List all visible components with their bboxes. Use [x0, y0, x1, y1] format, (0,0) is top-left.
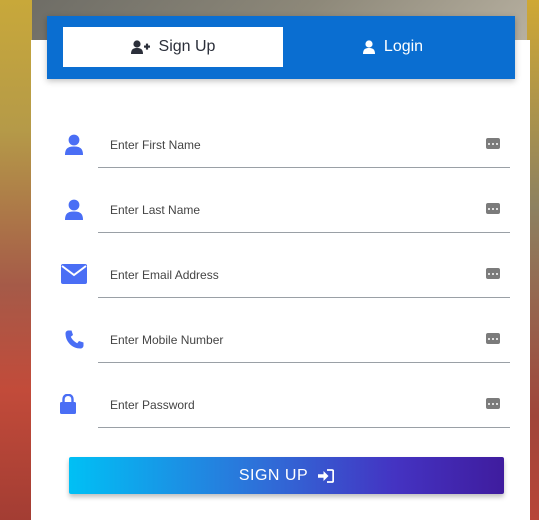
last-name-field [31, 185, 530, 250]
autofill-dots-icon[interactable] [486, 333, 500, 344]
mobile-input-wrap [98, 315, 510, 363]
first-name-input-wrap [98, 120, 510, 168]
tab-login-label: Login [383, 38, 424, 55]
tab-login[interactable]: Login [283, 27, 503, 67]
first-name-input[interactable] [98, 134, 480, 156]
auth-tab-bar: Sign Up Login [47, 16, 515, 79]
mobile-input[interactable] [98, 329, 480, 351]
email-field [31, 250, 530, 315]
tab-sign-up[interactable]: Sign Up [63, 27, 283, 67]
autofill-dots-icon[interactable] [486, 138, 500, 149]
sign-up-button[interactable]: SIGN UP [69, 457, 504, 494]
envelope-icon [60, 260, 88, 288]
last-name-input[interactable] [98, 199, 480, 221]
password-input-wrap [98, 380, 510, 428]
autofill-dots-icon[interactable] [486, 203, 500, 214]
user-plus-icon [130, 40, 150, 54]
phone-icon [60, 325, 88, 353]
mobile-field [31, 315, 530, 380]
password-field [31, 380, 530, 445]
user-icon [362, 40, 375, 54]
autofill-dots-icon[interactable] [486, 398, 500, 409]
last-name-input-wrap [98, 185, 510, 233]
user-icon [60, 130, 88, 158]
background-left-decor [0, 0, 32, 520]
first-name-field [31, 120, 530, 185]
user-icon [60, 195, 88, 223]
password-input[interactable] [98, 394, 480, 416]
autofill-dots-icon[interactable] [486, 268, 500, 279]
email-input-wrap [98, 250, 510, 298]
email-input[interactable] [98, 264, 480, 286]
sign-up-button-label: SIGN UP [238, 466, 309, 484]
sign-in-icon [318, 468, 335, 483]
tab-sign-up-label: Sign Up [158, 38, 216, 55]
lock-icon [54, 390, 82, 418]
